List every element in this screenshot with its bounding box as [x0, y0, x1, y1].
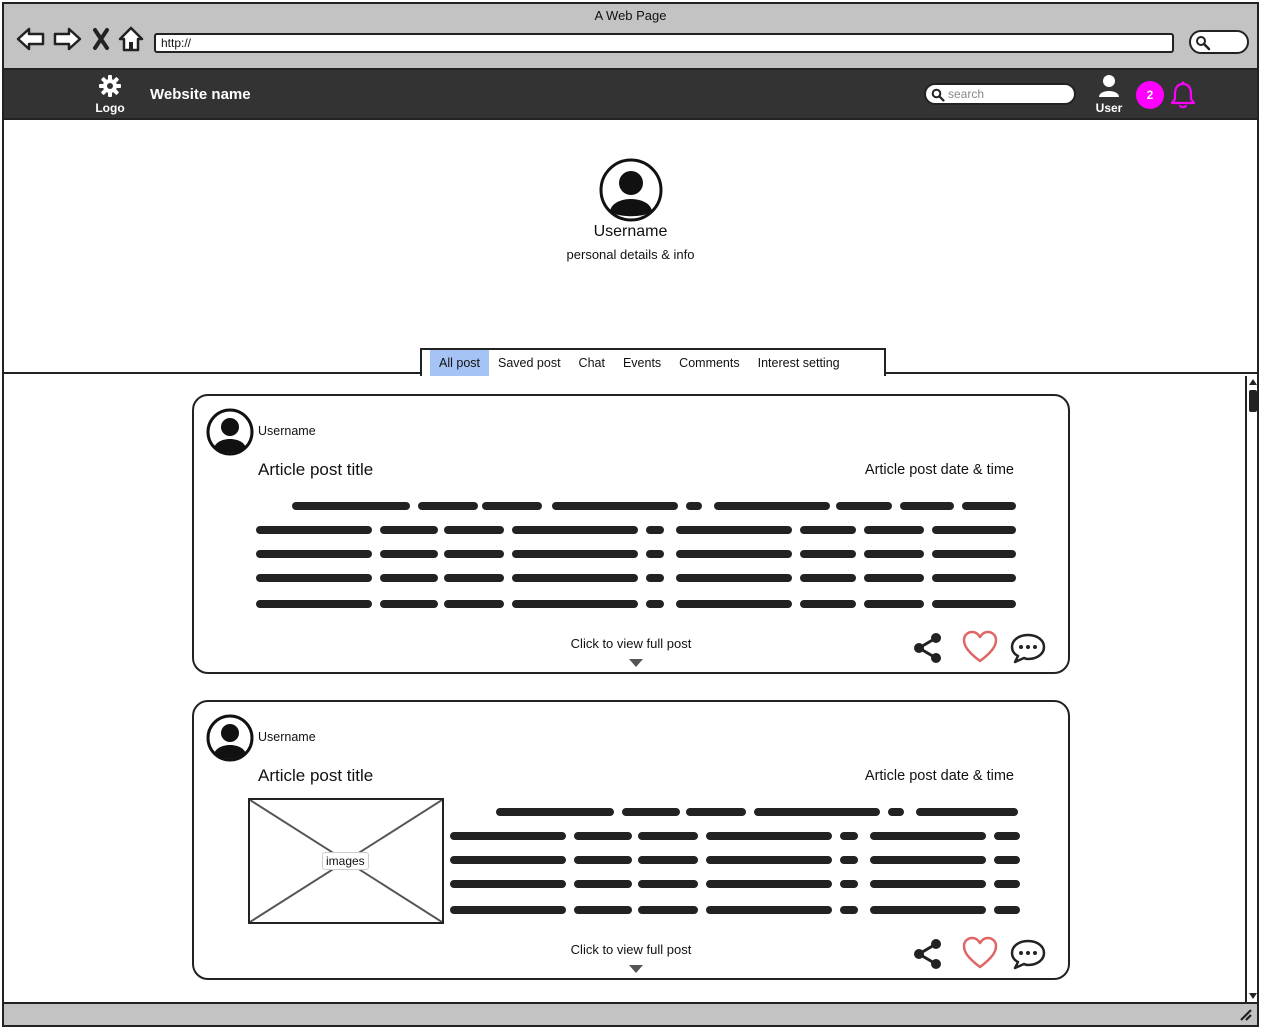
heart-icon[interactable] [962, 936, 998, 970]
tab-saved-post[interactable]: Saved post [489, 350, 570, 376]
scroll-thumb[interactable] [1249, 390, 1257, 412]
post-feed[interactable]: Username Article post title Article post… [4, 376, 1245, 1002]
avatar[interactable] [206, 408, 254, 461]
tab-interest-setting[interactable]: Interest setting [749, 350, 849, 376]
user-menu[interactable]: User [1091, 74, 1127, 115]
site-name[interactable]: Website name [150, 86, 251, 103]
forward-icon[interactable] [52, 24, 82, 54]
image-label: images [322, 852, 369, 870]
avatar [599, 158, 663, 227]
post-card[interactable]: Username Article post title Article post… [192, 394, 1070, 674]
logo-label: Logo [95, 101, 125, 115]
window-title: A Web Page [594, 8, 667, 23]
app-navbar: Logo Website name search User 2 [4, 70, 1257, 120]
post-date: Article post date & time [864, 768, 1014, 784]
logo[interactable]: Logo [90, 74, 130, 115]
comment-icon[interactable] [1010, 938, 1046, 970]
share-icon[interactable] [912, 938, 944, 970]
profile-header: Username personal details & info All pos… [4, 122, 1257, 376]
tab-comments[interactable]: Comments [670, 350, 748, 376]
post-title[interactable]: Article post title [258, 460, 373, 480]
scroll-down-icon[interactable] [1249, 992, 1257, 1000]
comment-icon[interactable] [1010, 632, 1046, 664]
back-icon[interactable] [16, 24, 46, 54]
browser-chrome: A Web Page http:// [4, 4, 1257, 70]
search-placeholder: search [948, 87, 985, 101]
user-icon [1099, 75, 1119, 97]
user-label: User [1095, 101, 1123, 115]
post-card[interactable]: Username Article post title Article post… [192, 700, 1070, 980]
search-input[interactable]: search [924, 83, 1076, 105]
post-username[interactable]: Username [258, 424, 316, 438]
resize-handle-icon[interactable] [1239, 1008, 1253, 1022]
tab-chat[interactable]: Chat [570, 350, 614, 376]
tab-all-post[interactable]: All post [430, 350, 489, 376]
post-title[interactable]: Article post title [258, 766, 373, 786]
caret-down-icon[interactable] [628, 964, 644, 974]
post-username[interactable]: Username [258, 730, 316, 744]
notification-badge[interactable]: 2 [1136, 81, 1164, 109]
profile-username: Username [593, 223, 668, 240]
heart-icon[interactable] [962, 630, 998, 664]
bell-icon[interactable] [1170, 81, 1196, 114]
search-icon [1196, 36, 1211, 51]
post-text-placeholder [450, 808, 1020, 914]
home-icon[interactable] [116, 24, 146, 54]
address-bar[interactable]: http:// [154, 33, 1174, 53]
browser-search[interactable] [1189, 30, 1249, 54]
post-image[interactable]: images [248, 798, 444, 924]
caret-down-icon[interactable] [628, 658, 644, 668]
gear-icon [99, 75, 121, 97]
tab-events[interactable]: Events [614, 350, 670, 376]
browser-window: A Web Page http:// Logo Website name sea… [2, 2, 1259, 1027]
post-text-placeholder [256, 502, 1016, 608]
profile-tabs: All post Saved post Chat Events Comments… [420, 348, 886, 376]
search-icon [931, 88, 945, 102]
avatar[interactable] [206, 714, 254, 767]
scroll-up-icon[interactable] [1249, 378, 1257, 386]
browser-status-bar [4, 1002, 1257, 1025]
share-icon[interactable] [912, 632, 944, 664]
post-date: Article post date & time [864, 462, 1014, 478]
vertical-scrollbar[interactable] [1245, 376, 1257, 1002]
profile-details: personal details & info [566, 247, 695, 262]
